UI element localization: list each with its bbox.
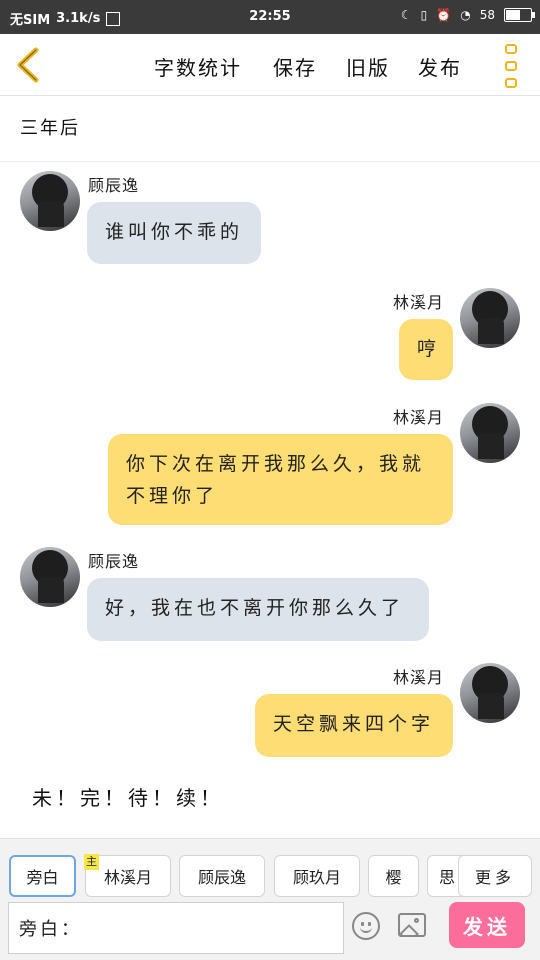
word-count-button[interactable]: 字数统计 <box>154 52 242 81</box>
chat-bubble[interactable]: 你下次在离开我那么久，我就不理你了 <box>108 434 453 525</box>
battery-level: 58 <box>479 8 495 22</box>
publish-button[interactable]: 发布 <box>418 52 462 81</box>
role-chip[interactable]: 顾玖月 <box>274 855 360 897</box>
avatar[interactable] <box>20 171 80 231</box>
sender-name: 林溪月 <box>393 293 445 312</box>
old-version-button[interactable]: 旧版 <box>346 52 390 81</box>
role-chip-narration[interactable]: 旁白 <box>9 855 76 897</box>
chat-bubble[interactable]: 谁叫你不乖的 <box>87 202 261 264</box>
alarm-icon: ⏰ <box>436 8 452 22</box>
vibrate-icon: ▯ <box>420 8 428 22</box>
status-bar: 无SIM 3.1k/s 22:55 ☾ ▯ ⏰ ◔ 58 <box>0 0 540 34</box>
wifi-icon: ◔ <box>460 8 471 22</box>
menu-dot-icon <box>505 44 517 54</box>
divider <box>0 161 540 162</box>
composer: 旁白： 发送 <box>0 898 540 960</box>
menu-dot-icon <box>505 78 517 88</box>
role-chip[interactable]: 主 林溪月 <box>84 854 171 897</box>
chat-bubble[interactable]: 哼 <box>399 319 453 380</box>
menu-dot-icon <box>505 61 517 71</box>
image-icon[interactable] <box>398 913 426 937</box>
sender-name: 林溪月 <box>393 408 445 427</box>
emoji-icon[interactable] <box>352 912 380 940</box>
chat-bubble[interactable]: 天空飘来四个字 <box>255 694 453 757</box>
role-chip[interactable]: 顾辰逸 <box>179 855 265 897</box>
role-selector: 旁白 主 林溪月 顾辰逸 顾玖月 樱 思 更多 <box>0 838 540 898</box>
avatar[interactable] <box>20 547 80 607</box>
battery-icon <box>504 8 535 22</box>
chat-bubble[interactable]: 好，我在也不离开你那么久了 <box>87 578 429 641</box>
role-label: 林溪月 <box>103 868 152 887</box>
more-menu-button[interactable] <box>502 44 520 88</box>
sender-name: 林溪月 <box>393 668 445 687</box>
editor-toolbar: 字数统计 保存 旧版 发布 <box>0 34 540 96</box>
back-button[interactable] <box>12 46 48 84</box>
message-input[interactable]: 旁白： <box>8 902 344 954</box>
send-button[interactable]: 发送 <box>449 902 525 948</box>
sender-name: 顾辰逸 <box>88 552 140 571</box>
avatar[interactable] <box>460 663 520 723</box>
avatar[interactable] <box>460 403 520 463</box>
sender-name: 顾辰逸 <box>88 176 140 195</box>
narration-text[interactable]: 未！完！待！续！ <box>32 782 224 811</box>
save-button[interactable]: 保存 <box>273 52 317 81</box>
avatar[interactable] <box>460 288 520 348</box>
narration-text[interactable]: 三年后 <box>20 114 80 140</box>
moon-icon: ☾ <box>400 8 412 22</box>
role-chip[interactable]: 樱 <box>368 855 419 897</box>
chevron-left-icon <box>17 47 39 83</box>
host-badge: 主 <box>84 854 99 870</box>
more-roles-button[interactable]: 更多 <box>458 855 532 897</box>
